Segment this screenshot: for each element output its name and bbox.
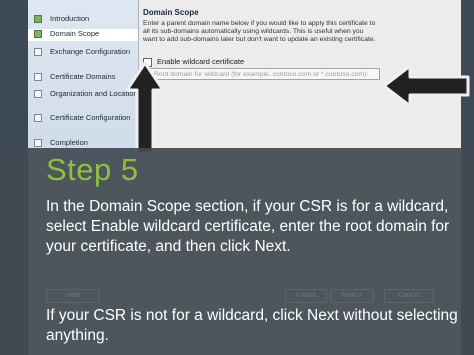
sidebar-item-organization-and-location[interactable]: Organization and Location <box>28 89 138 109</box>
step-pending-icon <box>34 73 42 81</box>
step-title: Step 5 <box>46 152 139 187</box>
sidebar-item-certificate-configuration[interactable]: Certificate Configuration <box>28 113 138 133</box>
step-complete-icon <box>34 15 42 23</box>
step-pending-icon <box>34 114 42 122</box>
next-button[interactable]: Next > <box>330 289 374 303</box>
step-complete-icon <box>34 30 42 38</box>
wildcard-checkbox-label: Enable wildcard certificate <box>157 57 245 66</box>
sidebar-item-certificate-domains[interactable]: Certificate Domains <box>28 72 138 84</box>
step-pending-icon <box>34 90 42 98</box>
instruction-text-2: If your CSR is not for a wildcard, click… <box>46 307 458 344</box>
step-pending-icon <box>34 48 42 56</box>
sidebar-item-label: Introduction <box>50 14 90 23</box>
arrow-left-icon <box>382 64 470 108</box>
section-title: Domain Scope <box>143 8 199 17</box>
root-domain-input[interactable]: Root domain for wildcard (for example, c… <box>150 68 380 80</box>
cancel-button[interactable]: Cancel <box>384 289 434 303</box>
arrow-up-icon <box>125 61 165 155</box>
sidebar-item-label: Exchange Configuration <box>50 47 131 56</box>
section-description: Enter a parent domain name below if you … <box>143 20 376 43</box>
domain-scope-panel: Domain Scope Enter a parent domain name … <box>143 8 383 44</box>
sidebar-item-label: Domain Scope <box>50 29 100 38</box>
sidebar-item-domain-scope[interactable]: Domain Scope <box>28 29 138 41</box>
wizard-sidebar: Introduction Domain Scope Exchange Confi… <box>28 0 139 160</box>
sidebar-item-exchange-configuration[interactable]: Exchange Configuration <box>28 47 138 67</box>
step-pending-icon <box>34 139 42 147</box>
instruction-text-1: In the Domain Scope section, if your CSR… <box>46 198 450 255</box>
sidebar-item-introduction[interactable]: Introduction <box>28 14 138 26</box>
help-button[interactable]: Help <box>46 289 100 303</box>
back-button[interactable]: < Back <box>285 289 327 303</box>
